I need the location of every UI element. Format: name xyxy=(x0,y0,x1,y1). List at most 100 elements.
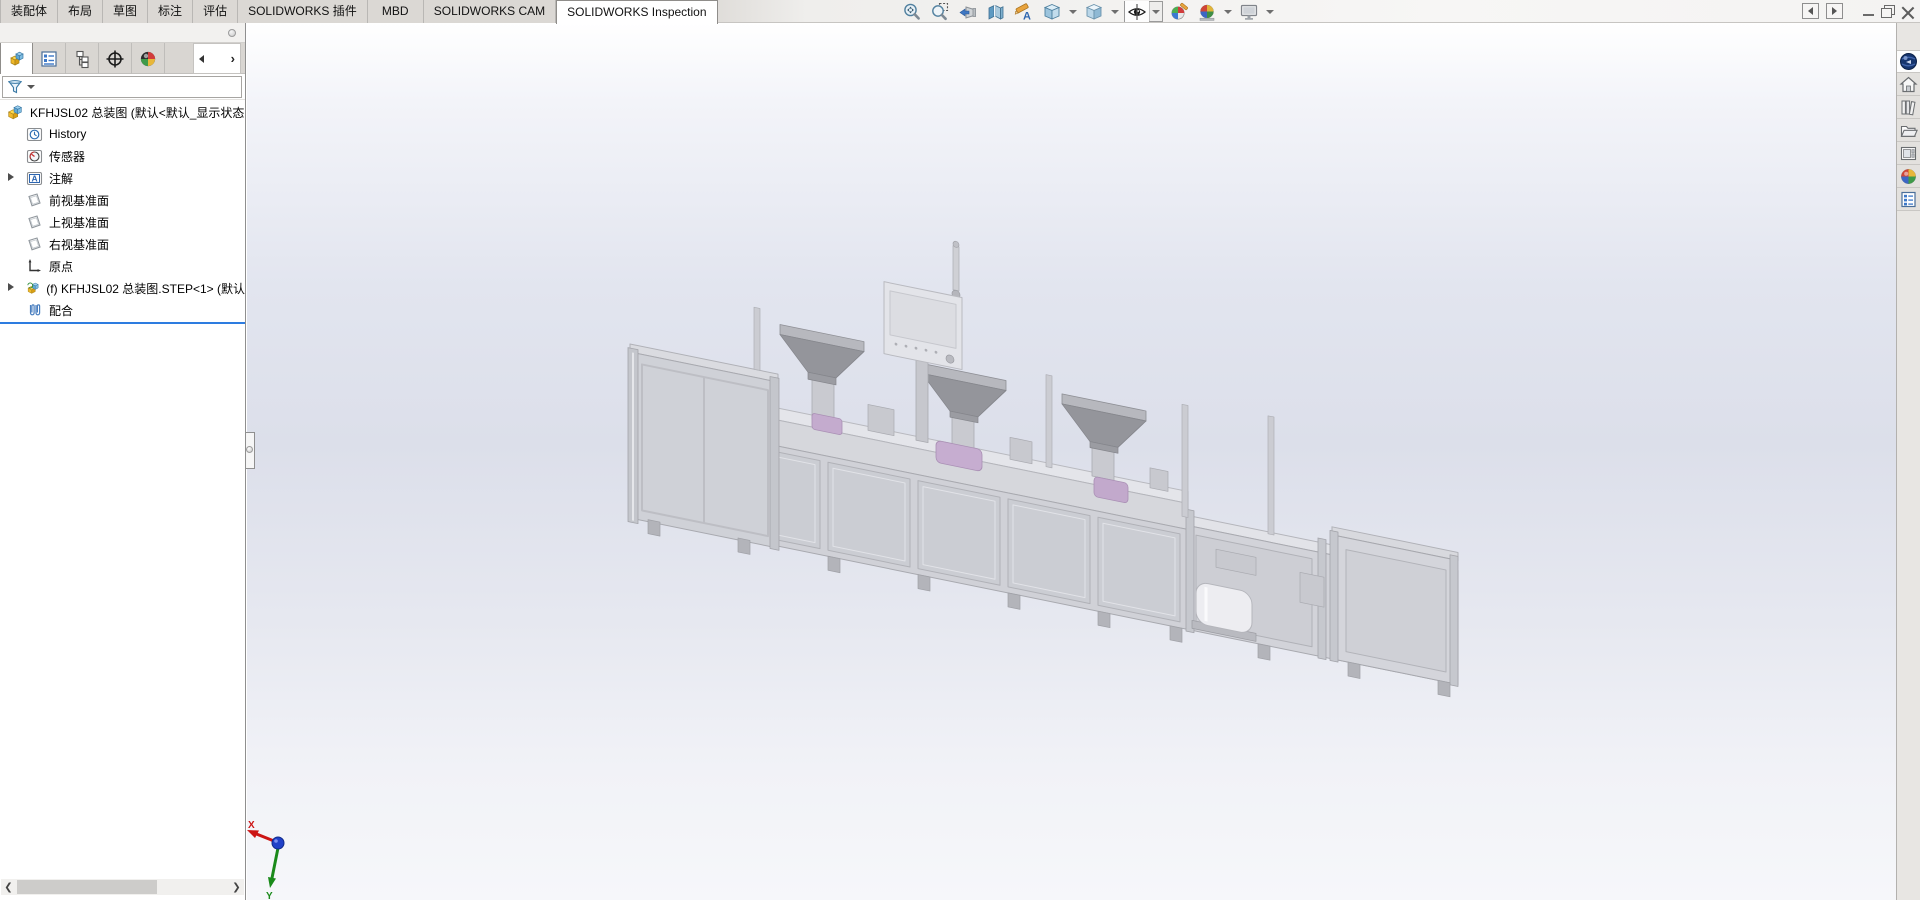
tree-item-right-plane[interactable]: 右视基准面 xyxy=(0,233,245,255)
apply-scene-dropdown[interactable] xyxy=(1224,10,1232,14)
tree-item-label: (f) KFHJSL02 总装图.STEP<1> (默认 xyxy=(46,280,245,297)
previous-view-icon[interactable] xyxy=(956,1,980,22)
tree-item-label: 配合 xyxy=(49,302,73,319)
hide-show-annotations-icon[interactable]: A xyxy=(1012,1,1036,22)
heads-up-view-toolbar: A xyxy=(900,0,1275,23)
apply-scene-icon[interactable] xyxy=(1195,1,1219,22)
tree-item-label: KFHJSL02 总装图 (默认<默认_显示状态 xyxy=(30,104,244,121)
eye-icon[interactable] xyxy=(1125,1,1149,22)
edit-appearance-icon[interactable] xyxy=(1167,1,1191,22)
view-orientation-dropdown[interactable] xyxy=(1069,10,1077,14)
tab-sketch[interactable]: 草图 xyxy=(103,0,148,23)
panel-tab-scroller: › xyxy=(193,43,241,74)
section-view-icon[interactable] xyxy=(984,1,1008,22)
tab-solidworks-cam[interactable]: SOLIDWORKS CAM xyxy=(424,0,556,23)
tree-item-history[interactable]: History xyxy=(0,123,245,145)
sensors-icon xyxy=(26,148,43,165)
command-manager-bar: 装配体 布局 草图 标注 评估 SOLIDWORKS 插件 MBD SOLIDW… xyxy=(0,0,1920,23)
tree-item-origin[interactable]: 原点 xyxy=(0,255,245,277)
dock-pane-right-icon[interactable] xyxy=(1826,3,1843,19)
taskpane-appearances-icon[interactable] xyxy=(1897,165,1920,188)
tree-item-label: 前视基准面 xyxy=(49,192,109,209)
history-icon xyxy=(26,126,43,143)
tree-item-sensors[interactable]: 传感器 xyxy=(0,145,245,167)
dock-pane-left-icon[interactable] xyxy=(1802,3,1819,19)
taskpane-solidworks-resources-icon[interactable] xyxy=(1897,50,1920,73)
plane-icon xyxy=(26,236,43,253)
tree-item-front-plane[interactable]: 前视基准面 xyxy=(0,189,245,211)
panel-tabs: › xyxy=(0,43,245,74)
zoom-to-fit-icon[interactable] xyxy=(900,1,924,22)
tab-dimxpertmanager[interactable] xyxy=(99,43,132,74)
tree-item-label: 注解 xyxy=(49,170,73,187)
hide-show-items-dropdown[interactable] xyxy=(1149,2,1162,21)
tab-configurationmanager[interactable] xyxy=(66,43,99,74)
annotations-icon: A xyxy=(26,170,43,187)
mates-paperclip-icon xyxy=(26,302,43,319)
taskpane-file-explorer-icon[interactable] xyxy=(1897,119,1920,142)
taskpane-view-palette-icon[interactable] xyxy=(1897,142,1920,165)
taskpane-custom-properties-icon[interactable] xyxy=(1897,188,1920,211)
expand-arrow-icon[interactable] xyxy=(8,173,14,181)
tree-item-mates[interactable]: 配合 xyxy=(0,299,245,321)
tree-item-component-step[interactable]: (f) KFHJSL02 总装图.STEP<1> (默认 xyxy=(0,277,245,299)
tab-evaluate[interactable]: 评估 xyxy=(193,0,238,23)
panel-tabs-scroll-right-icon[interactable]: › xyxy=(231,52,235,65)
taskpane-home-icon[interactable] xyxy=(1897,73,1920,96)
tab-mbd[interactable]: MBD xyxy=(368,0,424,23)
3d-scene: X Y xyxy=(247,23,1896,900)
task-pane-strip xyxy=(1896,23,1920,900)
tree-item-assembly-root[interactable]: KFHJSL02 总装图 (默认<默认_显示状态 xyxy=(0,101,245,123)
triad-x-label: X xyxy=(248,820,255,831)
view-settings-dropdown[interactable] xyxy=(1266,10,1274,14)
display-style-icon[interactable] xyxy=(1082,1,1106,22)
tab-solidworks-addins[interactable]: SOLIDWORKS 插件 xyxy=(238,0,368,23)
tree-item-label: 上视基准面 xyxy=(49,214,109,231)
annotation-a-glyph: A xyxy=(32,173,38,183)
tab-featuremanager-design-tree[interactable] xyxy=(0,43,33,74)
tab-solidworks-inspection[interactable]: SOLIDWORKS Inspection xyxy=(556,0,717,24)
tree-filter-input[interactable] xyxy=(2,76,242,98)
reference-triad: X Y xyxy=(247,820,284,900)
tree-item-label: 传感器 xyxy=(49,148,85,165)
panel-horizontal-scrollbar[interactable]: ❮ ❯ xyxy=(1,879,244,895)
panel-splitter-handle[interactable] xyxy=(246,432,255,469)
display-style-dropdown[interactable] xyxy=(1111,10,1119,14)
tree-item-label: History xyxy=(49,127,86,141)
tree-item-annotations[interactable]: A 注解 xyxy=(0,167,245,189)
feature-tree: KFHJSL02 总装图 (默认<默认_显示状态 History 传感器 xyxy=(0,100,245,324)
taskpane-design-library-icon[interactable] xyxy=(1897,96,1920,119)
triad-y-label: Y xyxy=(266,891,273,900)
expand-arrow-icon[interactable] xyxy=(8,283,14,291)
graphics-viewport[interactable]: X Y xyxy=(247,23,1896,900)
filter-funnel-icon xyxy=(7,79,23,95)
tree-item-top-plane[interactable]: 上视基准面 xyxy=(0,211,245,233)
minimize-icon[interactable] xyxy=(1863,14,1874,16)
scrollbar-thumb[interactable] xyxy=(17,880,157,894)
featuremanager-panel: › KF xyxy=(0,23,246,900)
tab-displaymanager[interactable] xyxy=(132,43,165,74)
view-orientation-icon[interactable] xyxy=(1040,1,1064,22)
panel-collapse-grip[interactable] xyxy=(228,29,236,37)
tab-layout[interactable]: 布局 xyxy=(58,0,103,23)
filter-dropdown[interactable] xyxy=(27,85,35,89)
assembly-icon xyxy=(6,103,24,121)
triad-z-origin xyxy=(272,837,284,849)
close-icon[interactable] xyxy=(1901,5,1914,18)
panel-tabs-scroll-left-icon[interactable] xyxy=(199,55,204,63)
rollback-bar[interactable] xyxy=(0,322,245,324)
hide-show-items-button[interactable] xyxy=(1124,1,1163,22)
tab-propertymanager[interactable] xyxy=(33,43,66,74)
view-settings-icon[interactable] xyxy=(1237,1,1261,22)
tree-item-label: 右视基准面 xyxy=(49,236,109,253)
tab-assembly[interactable]: 装配体 xyxy=(0,0,58,23)
scroll-left-icon[interactable]: ❮ xyxy=(1,879,16,895)
scroll-right-icon[interactable]: ❯ xyxy=(229,879,244,895)
panel-header xyxy=(0,23,245,43)
zoom-to-area-icon[interactable] xyxy=(928,1,952,22)
origin-icon xyxy=(26,258,43,275)
assembly-model[interactable] xyxy=(628,175,1458,699)
tree-filter-row xyxy=(0,74,245,100)
restore-icon[interactable] xyxy=(1881,5,1894,17)
tab-markup[interactable]: 标注 xyxy=(148,0,193,23)
